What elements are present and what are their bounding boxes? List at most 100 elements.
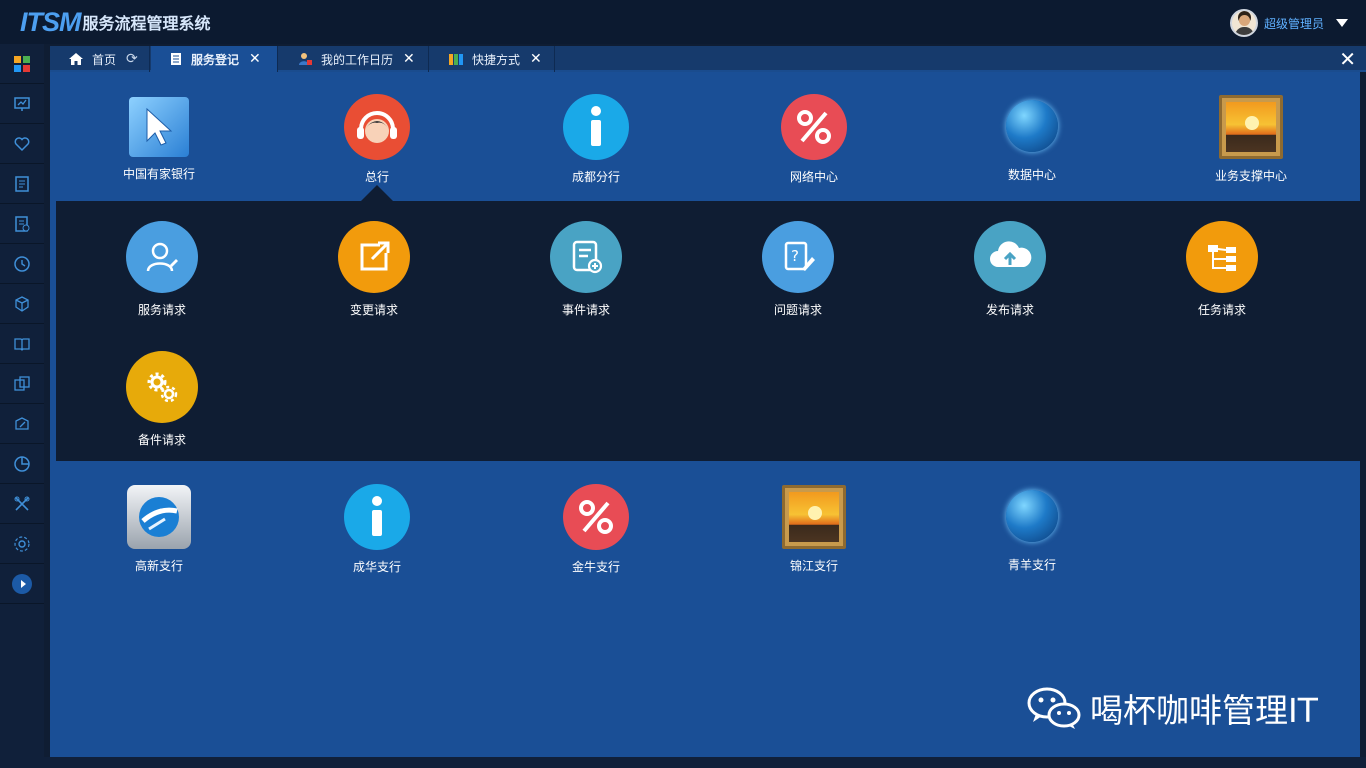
cloud-upload-icon	[974, 221, 1046, 293]
org-tile[interactable]: 网络中心	[739, 94, 889, 185]
external-link-icon	[338, 221, 410, 293]
tab-service-register[interactable]: 服务登记 ✕	[151, 46, 278, 72]
question-edit-icon: ?	[762, 221, 834, 293]
hierarchy-icon	[1186, 221, 1258, 293]
pie-chart-icon[interactable]	[0, 444, 44, 484]
cursor-icon	[129, 97, 189, 157]
branch-tile[interactable]: 高新支行	[84, 485, 234, 574]
tab-work-calendar[interactable]: 我的工作日历 ✕	[279, 46, 429, 72]
org-tile[interactable]: 中国有家银行	[84, 97, 234, 182]
app-title: 服务流程管理系统	[82, 14, 211, 33]
book-icon[interactable]	[0, 324, 44, 364]
transfer-icon[interactable]	[0, 364, 44, 404]
tile-label: 网络中心	[789, 170, 838, 184]
tile-label: 变更请求	[349, 303, 398, 317]
problem-request-tile[interactable]: ? 问题请求	[723, 221, 873, 318]
headset-icon	[344, 94, 410, 160]
org-tile[interactable]: 总行	[302, 94, 452, 185]
tile-label: 锦江支行	[789, 559, 838, 573]
user-name[interactable]: 超级管理员	[1264, 15, 1324, 32]
info-icon	[563, 94, 629, 160]
picture-icon	[1219, 95, 1283, 159]
tile-label: 事件请求	[561, 303, 610, 317]
close-icon[interactable]: ✕	[403, 51, 415, 67]
watermark-text: 喝杯咖啡管理IT	[1090, 691, 1318, 730]
calendar-user-icon	[297, 51, 313, 67]
org-tile[interactable]: 业务支撑中心	[1176, 95, 1326, 184]
close-icon[interactable]: ✕	[530, 51, 542, 67]
tools-icon[interactable]	[0, 484, 44, 524]
tab-shortcuts[interactable]: 快捷方式 ✕	[430, 46, 555, 72]
status-strip	[44, 757, 1366, 768]
tile-label: 服务请求	[137, 303, 186, 317]
top-bar: ITSM 服务流程管理系统 超级管理员	[0, 0, 1366, 44]
checklist-icon[interactable]	[0, 204, 44, 244]
settings-icon[interactable]	[0, 524, 44, 564]
branch-tile[interactable]: 青羊支行	[957, 490, 1107, 573]
box-edit-icon[interactable]	[0, 404, 44, 444]
globe-icon	[1006, 100, 1058, 152]
tile-label: 成都分行	[571, 170, 620, 184]
monitor-icon[interactable]	[0, 84, 44, 124]
clock-icon[interactable]	[0, 244, 44, 284]
org-tile[interactable]: 成都分行	[521, 94, 671, 185]
picture-icon	[782, 485, 846, 549]
register-icon	[169, 52, 183, 66]
tab-label: 快捷方式	[472, 52, 521, 67]
add-note-icon	[550, 221, 622, 293]
tab-home[interactable]: 首页 ⟳	[50, 46, 150, 72]
grid-icon[interactable]	[0, 44, 44, 84]
tile-label: 青羊支行	[1007, 558, 1056, 572]
ie-icon	[127, 485, 191, 549]
tab-label: 服务登记	[191, 52, 240, 67]
chevron-down-icon[interactable]	[1336, 19, 1348, 27]
tab-bar: 首页 ⟳ 服务登记 ✕ 我的工作日历 ✕ 快捷方式 ✕	[50, 46, 1366, 72]
home-icon	[68, 52, 84, 66]
close-icon[interactable]: ✕	[249, 51, 261, 67]
tab-label: 我的工作日历	[321, 52, 394, 67]
globe-icon	[1006, 490, 1058, 542]
cube-icon[interactable]	[0, 284, 44, 324]
org-tile[interactable]: 数据中心	[957, 100, 1107, 183]
left-sidebar	[0, 44, 44, 768]
user-menu[interactable]: 超级管理员	[1229, 9, 1348, 37]
tile-label: 中国有家银行	[122, 167, 195, 181]
heart-icon[interactable]	[0, 124, 44, 164]
tile-label: 金牛支行	[571, 560, 620, 574]
tile-label: 业务支撑中心	[1214, 169, 1287, 183]
task-request-tile[interactable]: 任务请求	[1147, 221, 1297, 318]
release-request-tile[interactable]: 发布请求	[935, 221, 1085, 318]
expand-sidebar-button[interactable]	[12, 573, 32, 594]
tile-label: 发布请求	[985, 303, 1034, 317]
percent-icon	[563, 484, 629, 550]
avatar[interactable]	[1229, 9, 1258, 37]
expand-icon[interactable]	[0, 564, 44, 604]
svg-text:?: ?	[791, 247, 799, 265]
refresh-icon[interactable]: ⟳	[126, 51, 138, 67]
branch-tile[interactable]: 成华支行	[302, 484, 452, 575]
shortcut-icon	[448, 52, 464, 66]
change-request-tile[interactable]: 变更请求	[299, 221, 449, 318]
user-service-icon	[126, 221, 198, 293]
incident-request-tile[interactable]: 事件请求	[511, 221, 661, 318]
branch-tile[interactable]: 金牛支行	[521, 484, 671, 575]
tab-label: 首页	[92, 52, 117, 67]
percent-icon	[781, 94, 847, 160]
service-request-tile[interactable]: 服务请求	[87, 221, 237, 318]
logo-text: ITSM	[20, 6, 81, 37]
document-icon[interactable]	[0, 164, 44, 204]
tile-label: 数据中心	[1007, 168, 1056, 182]
panel-pointer	[361, 185, 393, 201]
spare-part-request-tile[interactable]: 备件请求	[87, 351, 237, 448]
wechat-icon	[1027, 687, 1081, 729]
tile-label: 成华支行	[352, 560, 401, 574]
tile-label: 总行	[364, 170, 389, 184]
gears-icon	[126, 351, 198, 423]
branch-tile[interactable]: 锦江支行	[739, 485, 889, 574]
close-all-tabs-button[interactable]: ✕	[1339, 49, 1356, 69]
watermark: 喝杯咖啡管理IT	[1026, 684, 1318, 732]
tile-label: 备件请求	[137, 433, 186, 447]
info-icon	[344, 484, 410, 550]
tile-label: 问题请求	[773, 303, 822, 317]
app-logo[interactable]: ITSM 服务流程管理系统	[20, 5, 211, 39]
